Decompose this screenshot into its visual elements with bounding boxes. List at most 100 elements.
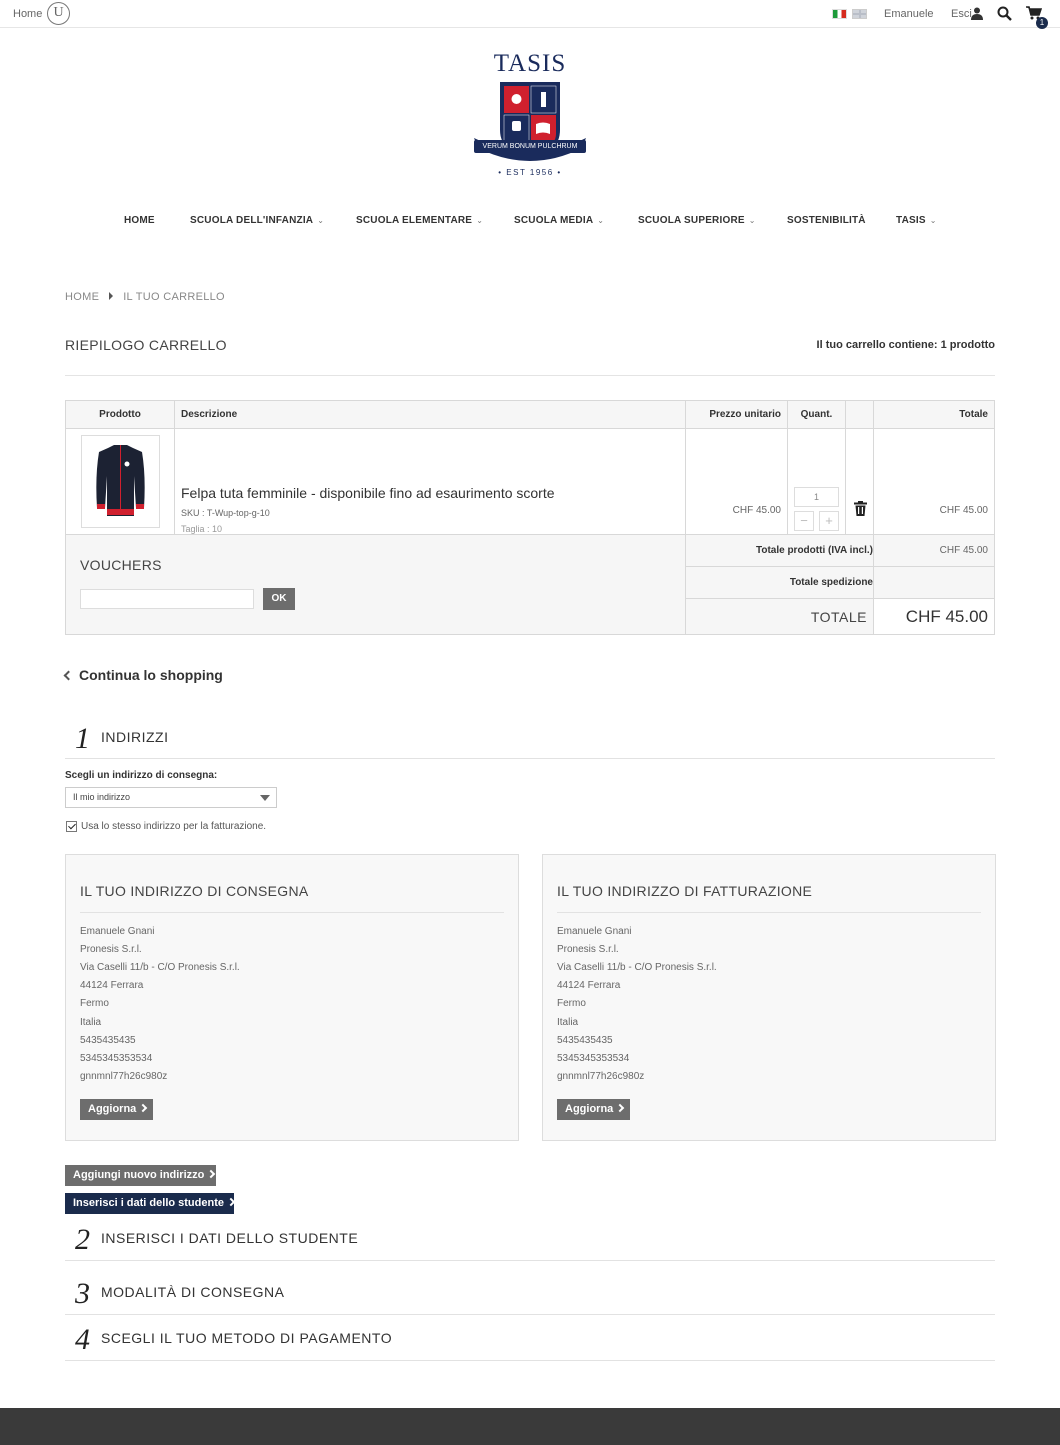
chevron-right-icon xyxy=(616,1103,625,1113)
address-line: 5345345353534 xyxy=(80,1053,153,1064)
summary-products-row: Totale prodotti (IVA incl.) CHF 45.00 xyxy=(686,535,994,567)
voucher-input[interactable] xyxy=(80,589,254,609)
address-line: Italia xyxy=(80,1017,102,1028)
row-total: CHF 45.00 xyxy=(939,505,988,516)
summary-shipping-row: Totale spedizione xyxy=(686,567,994,599)
summary-shipping-label: Totale spedizione xyxy=(789,577,873,588)
nav-item-infanzia[interactable]: SCUOLA DELL'INFANZIA ⌄ xyxy=(190,215,324,226)
product-size: Taglia : 10 xyxy=(181,524,223,534)
home-link[interactable]: Home xyxy=(13,8,42,20)
same-billing-label[interactable]: Usa lo stesso indirizzo per la fatturazi… xyxy=(81,821,266,832)
user-name-link[interactable]: Emanuele xyxy=(884,8,934,20)
total-label: TOTALE xyxy=(810,609,867,625)
cart-summary-count: Il tuo carrello contiene: 1 prodotto xyxy=(816,339,995,351)
header-delete xyxy=(846,401,874,429)
update-delivery-address-button[interactable]: Aggiorna xyxy=(80,1099,153,1120)
step-student-data[interactable]: 2 INSERISCI I DATI DELLO STUDENTE xyxy=(65,1218,995,1261)
step-title: SCEGLI IL TUO METODO DI PAGAMENTO xyxy=(101,1330,393,1346)
header-qty: Quant. xyxy=(788,401,846,429)
continue-shopping-link[interactable]: Continua lo shopping xyxy=(63,667,223,683)
nav-item-superiore[interactable]: SCUOLA SUPERIORE ⌄ xyxy=(638,215,756,226)
cart-table: Prodotto Descrizione Prezzo unitario Qua… xyxy=(65,400,995,635)
footer xyxy=(0,1408,1060,1445)
chevron-down-icon: ⌄ xyxy=(929,216,937,225)
summary-products-label: Totale prodotti (IVA incl.) xyxy=(755,545,873,556)
chevron-down-icon: ⌄ xyxy=(476,216,484,225)
nav-item-tasis[interactable]: TASIS ⌄ xyxy=(896,215,937,226)
step-number: 2 xyxy=(75,1223,90,1256)
chevron-down-icon: ⌄ xyxy=(317,216,325,225)
divider xyxy=(557,912,981,913)
breadcrumb: HOME IL TUO CARRELLO xyxy=(65,291,225,303)
quantity-input[interactable]: 1 xyxy=(794,487,839,507)
nav-item-home[interactable]: HOME xyxy=(124,215,155,226)
address-line: Pronesis S.r.l. xyxy=(80,944,142,955)
address-line: Fermo xyxy=(80,998,109,1009)
address-line: 5435435435 xyxy=(557,1035,613,1046)
add-address-button[interactable]: Aggiungi nuovo indirizzo xyxy=(65,1165,216,1186)
search-icon[interactable] xyxy=(997,6,1012,21)
tasis-logo[interactable]: TASIS VERUM BONUM PULCHRUM • EST 1956 • xyxy=(470,50,590,180)
summary-products-value: CHF 45.00 xyxy=(939,545,988,556)
quantity-decrease-button[interactable]: − xyxy=(794,511,814,531)
address-line: gnnmnl77h26c980z xyxy=(80,1071,168,1082)
address-line: Via Caselli 11/b - C/O Pronesis S.r.l. xyxy=(557,962,717,973)
unit-price: CHF 45.00 xyxy=(732,505,781,516)
breadcrumb-current: IL TUO CARRELLO xyxy=(123,291,225,303)
page-title: RIEPILOGO CARRELLO xyxy=(65,337,227,353)
address-line: Fermo xyxy=(557,998,586,1009)
step-payment-method[interactable]: 4 SCEGLI IL TUO METODO DI PAGAMENTO xyxy=(65,1318,995,1361)
user-icon[interactable] xyxy=(971,7,983,20)
chevron-right-icon xyxy=(226,1197,236,1207)
logout-link[interactable]: Esci xyxy=(951,8,972,20)
address-line: Italia xyxy=(557,1017,579,1028)
delivery-address-title: IL TUO INDIRIZZO DI CONSEGNA xyxy=(80,883,309,899)
divider xyxy=(80,912,504,913)
chevron-right-icon xyxy=(139,1103,148,1113)
update-billing-address-button[interactable]: Aggiorna xyxy=(557,1099,630,1120)
nav-item-elementare[interactable]: SCUOLA ELEMENTARE ⌄ xyxy=(356,215,483,226)
voucher-title: VOUCHERS xyxy=(80,557,162,573)
voucher-ok-button[interactable]: OK xyxy=(263,588,295,610)
trash-icon[interactable] xyxy=(854,501,867,516)
nav-item-media[interactable]: SCUOLA MEDIA ⌄ xyxy=(514,215,604,226)
step-number: 1 xyxy=(75,722,90,755)
breadcrumb-home[interactable]: HOME xyxy=(65,291,99,303)
dropdown-arrow-icon xyxy=(260,795,270,801)
address-line: Emanuele Gnani xyxy=(80,926,155,937)
address-line: 5435435435 xyxy=(80,1035,136,1046)
address-line: 44124 Ferrara xyxy=(80,980,144,991)
delivery-address-box: IL TUO INDIRIZZO DI CONSEGNA Emanuele Gn… xyxy=(65,854,519,1141)
u-logo-icon[interactable]: U xyxy=(47,2,70,25)
address-select-label: Scegli un indirizzo di consegna: xyxy=(65,770,218,781)
address-line: Pronesis S.r.l. xyxy=(557,944,619,955)
address-line: Emanuele Gnani xyxy=(557,926,632,937)
logo-est: • EST 1956 • xyxy=(498,168,562,177)
product-image[interactable] xyxy=(81,435,160,528)
quantity-increase-button[interactable]: + xyxy=(819,511,839,531)
step-delivery-method[interactable]: 3 MODALITÀ DI CONSEGNA xyxy=(65,1272,995,1315)
total-value-display: CHF 45.00 xyxy=(905,607,988,626)
cart-count-badge: 1 xyxy=(1036,17,1048,29)
step-title: INDIRIZZI xyxy=(101,729,169,745)
address-line: gnnmnl77h26c980z xyxy=(557,1071,645,1082)
step-number: 3 xyxy=(75,1277,90,1310)
voucher-section: VOUCHERS OK xyxy=(66,535,686,634)
step-title: INSERISCI I DATI DELLO STUDENTE xyxy=(101,1230,359,1246)
step-addresses[interactable]: 1 INDIRIZZI xyxy=(65,718,995,759)
product-name[interactable]: Felpa tuta femminile - disponibile fino … xyxy=(181,485,555,501)
english-flag-icon[interactable] xyxy=(852,9,867,19)
table-header: Prodotto Descrizione Prezzo unitario Qua… xyxy=(66,401,994,429)
logo-motto: VERUM BONUM PULCHRUM xyxy=(474,140,586,153)
product-sku: SKU : T-Wup-top-g-10 xyxy=(181,508,270,518)
billing-address-box: IL TUO INDIRIZZO DI FATTURAZIONE Emanuel… xyxy=(542,854,996,1141)
address-select[interactable]: Il mio indirizzo xyxy=(65,787,277,808)
step-title: MODALITÀ DI CONSEGNA xyxy=(101,1284,285,1300)
billing-address-title: IL TUO INDIRIZZO DI FATTURAZIONE xyxy=(557,883,813,899)
italian-flag-icon[interactable] xyxy=(832,9,847,19)
address-line: 5345345353534 xyxy=(557,1053,630,1064)
step-number: 4 xyxy=(75,1323,90,1356)
nav-item-sostenibilita[interactable]: SOSTENIBILITÀ xyxy=(787,215,866,226)
same-billing-checkbox[interactable] xyxy=(66,821,77,832)
student-data-button[interactable]: Inserisci i dati dello studente xyxy=(65,1193,236,1214)
